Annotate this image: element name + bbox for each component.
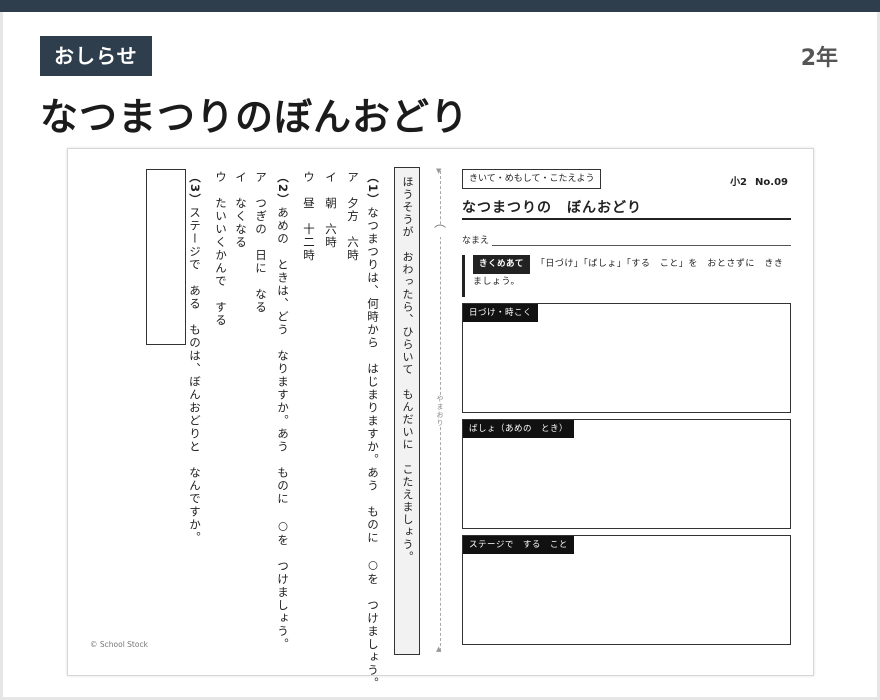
- q1-option-i: イ 朝 六時: [324, 171, 338, 249]
- worksheet-preview: （3）ステージで ある ものは、ぼんおどりと なんですか。 ウ たいいくかんで …: [67, 148, 814, 690]
- q1-option-a: ア 夕方 六時: [346, 171, 360, 262]
- q3-text: ステージで ある ものは、ぼんおどりと なんですか。: [188, 206, 202, 545]
- date-time-label: 日づけ・時こく: [463, 304, 539, 322]
- q2-number: （2）: [276, 171, 290, 207]
- q1-option-u: ウ 昼 十二時: [302, 171, 316, 262]
- q3-number: （3）: [188, 171, 202, 207]
- fold-label: やまおり: [435, 395, 445, 427]
- worksheet-subtitle: きいて・めもして・こたえよう: [462, 169, 602, 189]
- stage-field: ステージで する こと: [462, 535, 791, 645]
- instruction-box: ほうそうが おわったら、ひらいて もんだいに こたえましょう。: [394, 167, 420, 655]
- q2-text: あめの ときは、どう なりますか。あう ものに ○を つけましょう。: [276, 206, 290, 652]
- top-bar: [0, 0, 880, 12]
- fold-arrow-up-icon: ▼: [436, 167, 442, 175]
- q2-option-i: イ なくなる: [234, 171, 248, 249]
- q3-answer-box: [146, 169, 186, 345]
- title-rule: [462, 218, 791, 220]
- instruction-text: ほうそうが おわったら、ひらいて もんだいに こたえましょう。: [401, 176, 414, 564]
- place-field: ばしょ（あめの とき）: [462, 419, 791, 529]
- listening-goal-text: きくめあて 「日づけ」「ばしょ」「する こと」を おとさずに ききましょう。: [473, 255, 791, 291]
- fold-mountain-icon: ⌒: [431, 225, 449, 237]
- name-label: なまえ: [462, 236, 490, 246]
- q1-text: なつまつりは、何時から はじまりますか。あう ものに ○を つけましょう。: [366, 206, 380, 691]
- q2-option-a: ア つぎの 日に なる: [254, 171, 268, 314]
- listening-goal: きくめあて 「日づけ」「ばしょ」「する こと」を おとさずに ききましょう。: [462, 255, 791, 297]
- fold-arrow-down-icon: ▲: [436, 645, 442, 653]
- q2-column: （2）あめの ときは、どう なりますか。あう ものに ○を つけましょう。: [276, 171, 290, 651]
- listening-goal-tag: きくめあて: [473, 255, 530, 274]
- q1-number: （1）: [366, 171, 380, 207]
- q2-option-u: ウ たいいくかんで する: [214, 171, 228, 327]
- place-label: ばしょ（あめの とき）: [463, 420, 575, 438]
- worksheet-level: 小2: [730, 177, 748, 188]
- stage-label: ステージで する こと: [463, 536, 574, 554]
- q1-column: （1）なつまつりは、何時から はじまりますか。あう ものに ○を つけましょう。: [366, 171, 380, 690]
- copyright-text: © School Stock: [90, 640, 148, 649]
- grade-label: 2年: [800, 46, 838, 71]
- worksheet-code: 小2 No.09: [722, 173, 788, 188]
- worksheet-title: なつまつりの ぼんおどり: [462, 200, 642, 216]
- q3-column: （3）ステージで ある ものは、ぼんおどりと なんですか。: [188, 171, 202, 545]
- worksheet-number: No.09: [755, 177, 788, 188]
- name-line: [492, 245, 791, 246]
- date-time-field: 日づけ・時こく: [462, 303, 791, 413]
- page-title: なつまつりのぼんおどり: [40, 95, 470, 139]
- notice-badge: おしらせ: [40, 36, 152, 76]
